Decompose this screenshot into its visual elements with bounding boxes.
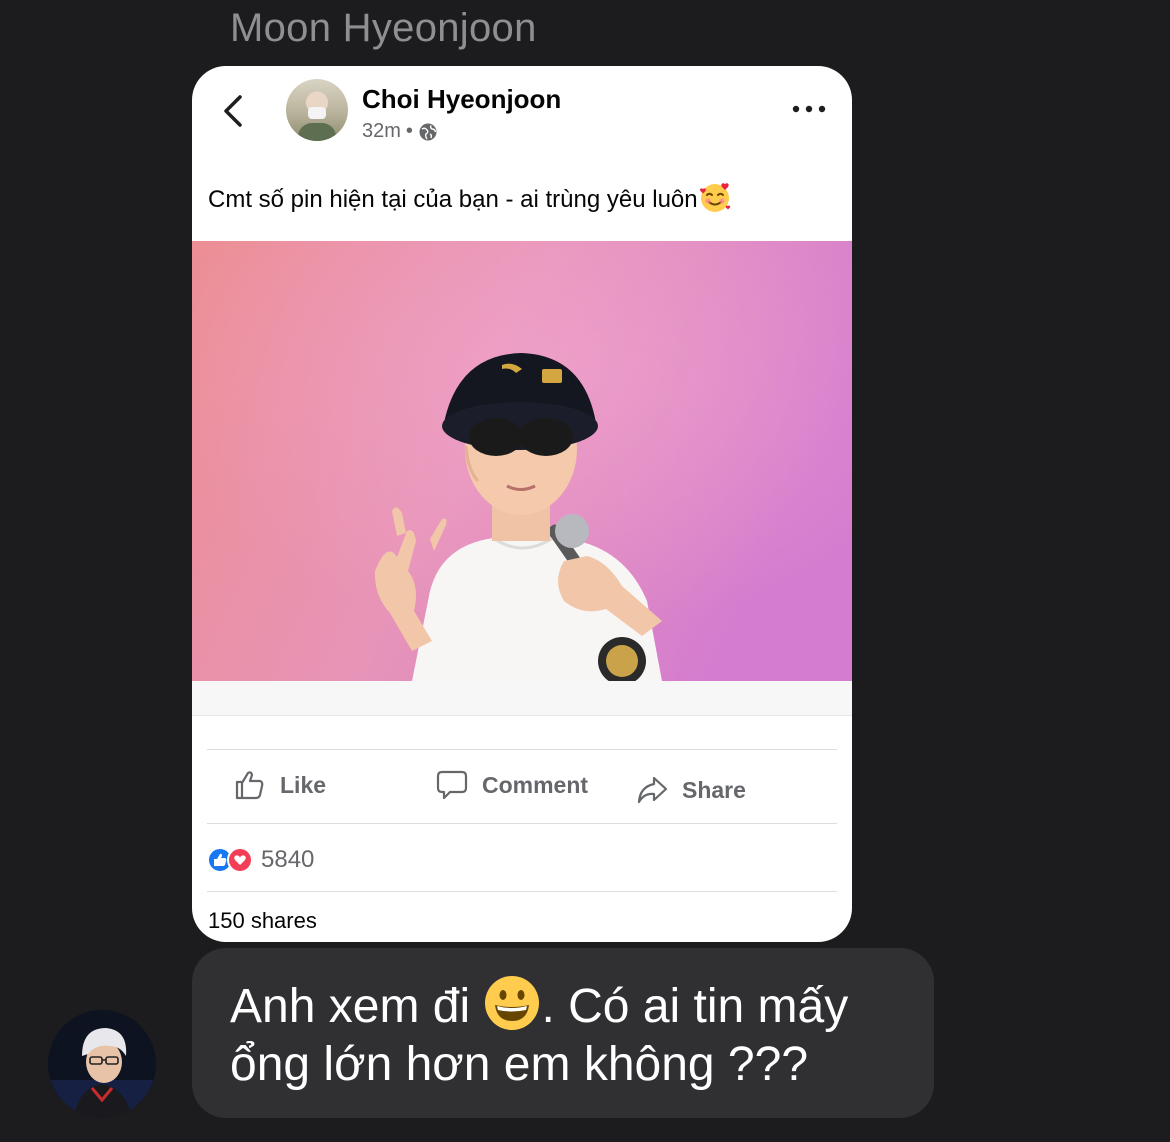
sender-name: Moon Hyeonjoon bbox=[230, 6, 537, 50]
message-line2: ổng lớn hơn em không ??? bbox=[230, 1038, 809, 1091]
post-meta: 32m • bbox=[362, 120, 438, 143]
photo-illustration bbox=[192, 241, 852, 681]
globe-icon bbox=[419, 123, 437, 140]
shares-count[interactable]: 150 shares bbox=[208, 908, 317, 934]
like-label: Like bbox=[280, 771, 327, 798]
love-reaction-icon bbox=[227, 847, 253, 873]
post-time: 32m bbox=[362, 120, 401, 142]
smiling-face-with-hearts-icon bbox=[699, 183, 730, 212]
author-avatar[interactable] bbox=[286, 79, 348, 141]
meta-separator: • bbox=[405, 120, 413, 142]
comment-label: Comment bbox=[482, 771, 589, 798]
share-icon bbox=[637, 776, 668, 804]
comment-icon bbox=[436, 770, 468, 800]
message-text: Anh xem đi . Có ai tin mấy ổng lớn hơn em… bbox=[230, 974, 920, 1094]
message-bubble[interactable]: Anh xem đi . Có ai tin mấy ổng lớn hơn em… bbox=[192, 948, 934, 1118]
more-icon[interactable] bbox=[792, 104, 826, 114]
reaction-count: 5840 bbox=[261, 846, 315, 873]
shared-post-card[interactable]: Choi Hyeonjoon 32m • Cmt số pin hiện tại… bbox=[192, 66, 852, 942]
like-icon bbox=[235, 771, 264, 800]
sender-avatar[interactable] bbox=[48, 1010, 156, 1118]
back-chevron-icon[interactable] bbox=[214, 91, 254, 131]
post-author[interactable]: Choi Hyeonjoon bbox=[362, 84, 561, 115]
sender-avatar-image bbox=[48, 1010, 156, 1118]
post-caption: Cmt số pin hiện tại của bạn - ai trùng y… bbox=[208, 186, 698, 213]
post-text: Cmt số pin hiện tại của bạn - ai trùng y… bbox=[208, 180, 732, 214]
grinning-face-icon bbox=[485, 976, 540, 1030]
post-photo[interactable] bbox=[192, 241, 852, 681]
share-label: Share bbox=[682, 776, 746, 803]
message-line1-start: Anh xem đi bbox=[230, 980, 484, 1033]
photo-footer bbox=[192, 681, 852, 716]
reactions-summary[interactable]: 5840 bbox=[207, 846, 314, 874]
divider bbox=[207, 823, 837, 824]
divider bbox=[207, 891, 837, 892]
divider bbox=[207, 749, 837, 750]
message-line1-end: . Có ai tin mấy bbox=[541, 980, 849, 1033]
like-button[interactable]: Like bbox=[234, 769, 326, 801]
comment-button[interactable]: Comment bbox=[436, 769, 588, 801]
share-button[interactable]: Share bbox=[636, 774, 746, 806]
